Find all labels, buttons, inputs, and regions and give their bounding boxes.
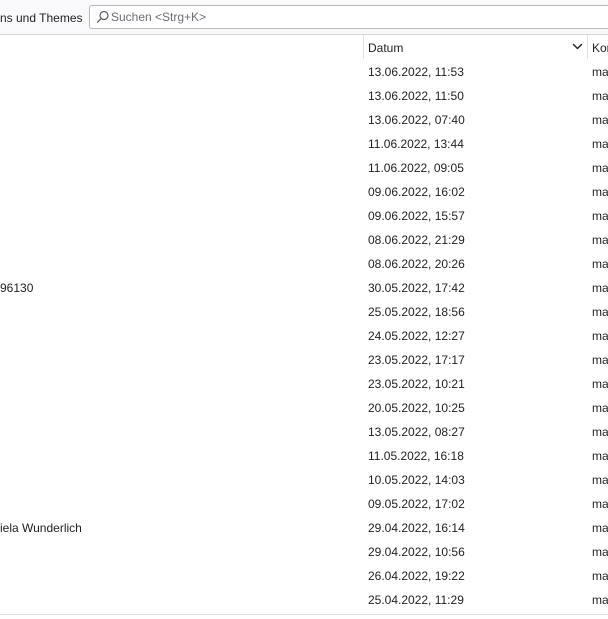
table-row[interactable]: 09.06.2022, 15:57 ma: [0, 204, 608, 228]
cell-correspondent: ma: [592, 401, 608, 415]
cell-date: 13.06.2022, 07:40: [368, 113, 465, 127]
column-separator[interactable]: [587, 35, 588, 59]
table-row[interactable]: 11.06.2022, 13:44 ma: [0, 132, 608, 156]
cell-date: 23.05.2022, 17:17: [368, 353, 465, 367]
table-row[interactable]: 11.05.2022, 16:18 ma: [0, 444, 608, 468]
cell-date: 25.05.2022, 18:56: [368, 305, 465, 319]
list-bottom-border: [0, 614, 608, 615]
cell-correspondent: ma: [592, 473, 608, 487]
cell-date: 24.05.2022, 12:27: [368, 329, 465, 343]
cell-correspondent: ma: [592, 281, 608, 295]
column-header-row: Datum Kor: [0, 35, 608, 59]
cell-correspondent: ma: [592, 425, 608, 439]
addons-and-themes-link[interactable]: ns und Themes: [0, 11, 83, 25]
cell-date: 29.04.2022, 10:56: [368, 545, 465, 559]
cell-correspondent: ma: [592, 377, 608, 391]
cell-correspondent: ma: [592, 329, 608, 343]
cell-date: 26.04.2022, 19:22: [368, 569, 465, 583]
table-row[interactable]: 96130 30.05.2022, 17:42 ma: [0, 276, 608, 300]
cell-date: 30.05.2022, 17:42: [368, 281, 465, 295]
table-row[interactable]: 09.05.2022, 17:02 ma: [0, 492, 608, 516]
table-row[interactable]: 13.06.2022, 11:50 ma: [0, 84, 608, 108]
cell-date: 25.04.2022, 11:29: [368, 593, 464, 607]
table-row[interactable]: 10.05.2022, 14:03 ma: [0, 468, 608, 492]
table-row[interactable]: 13.05.2022, 08:27 ma: [0, 420, 608, 444]
table-row[interactable]: 09.06.2022, 16:02 ma: [0, 180, 608, 204]
table-row[interactable]: 08.06.2022, 20:26 ma: [0, 252, 608, 276]
cell-date: 08.06.2022, 20:26: [368, 257, 465, 271]
cell-correspondent: ma: [592, 209, 608, 223]
table-row[interactable]: 29.04.2022, 10:56 ma: [0, 540, 608, 564]
cell-date: 10.05.2022, 14:03: [368, 473, 465, 487]
cell-correspondent: ma: [592, 185, 608, 199]
cell-date: 09.06.2022, 15:57: [368, 209, 465, 223]
cell-correspondent: ma: [592, 257, 608, 271]
cell-correspondent: ma: [592, 233, 608, 247]
table-row[interactable]: 25.05.2022, 18:56 ma: [0, 300, 608, 324]
cell-date: 23.05.2022, 10:21: [368, 377, 465, 391]
cell-correspondent: ma: [592, 497, 608, 511]
cell-date: 13.05.2022, 08:27: [368, 425, 465, 439]
cell-date: 11.06.2022, 09:05: [368, 161, 464, 175]
search-input[interactable]: [111, 7, 591, 27]
search-box[interactable]: [89, 5, 608, 29]
cell-correspondent: ma: [592, 545, 608, 559]
cell-date: 13.06.2022, 11:50: [368, 89, 464, 103]
cell-subject: 96130: [0, 281, 34, 295]
cell-date: 11.06.2022, 13:44: [368, 137, 464, 151]
cell-correspondent: ma: [592, 137, 608, 151]
cell-subject: iela Wunderlich: [0, 521, 82, 535]
table-row[interactable]: 20.05.2022, 10:25 ma: [0, 396, 608, 420]
cell-correspondent: ma: [592, 89, 608, 103]
table-row[interactable]: 25.04.2022, 11:29 ma: [0, 588, 608, 612]
search-icon: [96, 10, 109, 23]
cell-date: 09.05.2022, 17:02: [368, 497, 465, 511]
cell-date: 13.06.2022, 11:53: [368, 65, 464, 79]
table-row[interactable]: 11.06.2022, 09:05 ma: [0, 156, 608, 180]
table-row[interactable]: 26.04.2022, 19:22 ma: [0, 564, 608, 588]
cell-correspondent: ma: [592, 65, 608, 79]
cell-date: 08.06.2022, 21:29: [368, 233, 465, 247]
cell-correspondent: ma: [592, 449, 608, 463]
chevron-down-icon[interactable]: [572, 41, 583, 52]
cell-correspondent: ma: [592, 521, 608, 535]
cell-correspondent: ma: [592, 593, 608, 607]
toolbar: ns und Themes: [0, 0, 608, 35]
table-row[interactable]: 24.05.2022, 12:27 ma: [0, 324, 608, 348]
table-row[interactable]: 13.06.2022, 11:53 ma: [0, 60, 608, 84]
cell-date: 09.06.2022, 16:02: [368, 185, 465, 199]
table-row[interactable]: 13.06.2022, 07:40 ma: [0, 108, 608, 132]
cell-correspondent: ma: [592, 113, 608, 127]
cell-correspondent: ma: [592, 353, 608, 367]
cell-date: 29.04.2022, 16:14: [368, 521, 465, 535]
table-row[interactable]: iela Wunderlich 29.04.2022, 16:14 ma: [0, 516, 608, 540]
cell-date: 11.05.2022, 16:18: [368, 449, 464, 463]
column-separator[interactable]: [363, 35, 364, 59]
column-header-date[interactable]: Datum: [368, 41, 403, 55]
cell-correspondent: ma: [592, 305, 608, 319]
table-row[interactable]: 23.05.2022, 10:21 ma: [0, 372, 608, 396]
message-list: 13.06.2022, 11:53 ma 13.06.2022, 11:50 ma 13…: [0, 60, 608, 612]
table-row[interactable]: 08.06.2022, 21:29 ma: [0, 228, 608, 252]
cell-correspondent: ma: [592, 161, 608, 175]
cell-correspondent: ma: [592, 569, 608, 583]
column-header-correspondent[interactable]: Kor: [592, 41, 608, 55]
table-row[interactable]: 23.05.2022, 17:17 ma: [0, 348, 608, 372]
cell-date: 20.05.2022, 10:25: [368, 401, 465, 415]
